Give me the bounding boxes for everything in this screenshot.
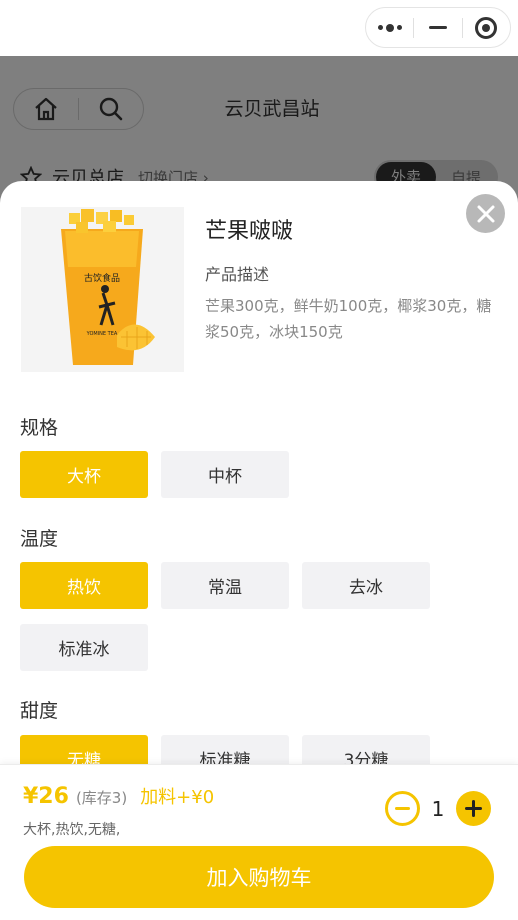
selected-options-summary: 大杯,热饮,无糖,	[23, 822, 121, 838]
target-icon	[475, 16, 498, 39]
minimize-icon	[428, 26, 447, 29]
increase-quantity-button[interactable]	[456, 791, 491, 826]
minus-icon	[395, 807, 410, 810]
quantity-stepper: 1	[385, 791, 491, 826]
addon-price: 加料+¥0	[140, 787, 215, 808]
option-size-medium[interactable]: 中杯	[161, 451, 289, 498]
product-description: 芒果300克，鲜牛奶100克，椰浆30克，糖浆50克，冰块150克	[205, 297, 492, 341]
close-button[interactable]	[466, 194, 505, 233]
price-row: ¥26 (库存3) 加料+¥0	[23, 783, 214, 809]
miniapp-topbar	[0, 0, 518, 56]
minimize-button[interactable]	[414, 8, 461, 47]
option-temp-hot[interactable]: 热饮	[20, 562, 148, 609]
option-size-large[interactable]: 大杯	[20, 451, 148, 498]
close-icon	[477, 205, 494, 222]
close-app-button[interactable]	[463, 8, 510, 47]
cup-brand-text: 古饮食品	[84, 272, 120, 284]
price: ¥26	[23, 784, 69, 809]
sweetness-group-title: 甜度	[20, 700, 59, 722]
decrease-quantity-button[interactable]	[385, 791, 420, 826]
quantity-value: 1	[431, 796, 445, 821]
cup-sub-text: YOMINE TEA	[86, 331, 118, 337]
add-to-cart-button[interactable]: 加入购物车	[24, 846, 494, 908]
purchase-bar: ¥26 (库存3) 加料+¥0 大杯,热饮,无糖, 1 加入购物车	[0, 764, 518, 920]
temperature-group-title: 温度	[20, 528, 59, 550]
plus-icon-vertical	[472, 800, 475, 817]
stock-count: (库存3)	[75, 789, 128, 807]
more-button[interactable]	[366, 8, 413, 47]
product-image: 古饮食品 YOMINE TEA	[21, 207, 184, 372]
product-name: 芒果啵啵	[205, 219, 294, 244]
product-description-label: 产品描述	[205, 265, 270, 284]
option-temp-room[interactable]: 常温	[161, 562, 289, 609]
option-temp-standard-ice[interactable]: 标准冰	[20, 624, 148, 671]
more-dots-icon	[377, 23, 402, 32]
miniapp-capsule	[365, 7, 511, 48]
size-group-title: 规格	[20, 417, 59, 439]
page-title: 云贝武昌站	[224, 98, 320, 120]
option-temp-no-ice[interactable]: 去冰	[302, 562, 430, 609]
